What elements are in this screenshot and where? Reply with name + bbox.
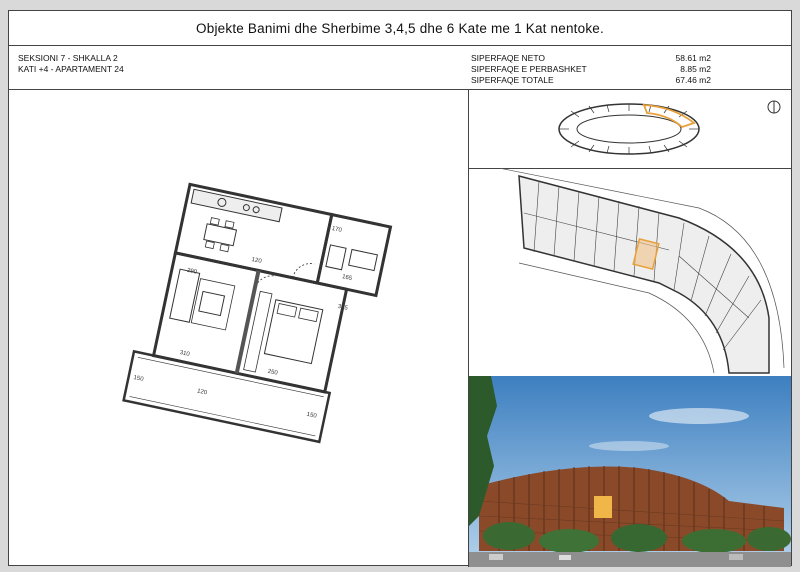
- dimension-label: 150: [306, 412, 318, 420]
- lit-window: [594, 496, 612, 518]
- area-row-common: SIPERFAQE E PERBASHKET 8.85 m2: [471, 64, 711, 75]
- dimension-label: 290: [186, 268, 198, 276]
- dining-table: [203, 223, 238, 247]
- dimension-label: 170: [331, 226, 343, 234]
- dimension-label: 120: [196, 388, 208, 396]
- unit-info: SEKSIONI 7 - SHKALLA 2 KATI +4 - APARTAM…: [18, 53, 124, 75]
- wardrobe: [243, 290, 273, 373]
- info-row: SEKSIONI 7 - SHKALLA 2 KATI +4 - APARTAM…: [9, 45, 791, 90]
- dimension-label: 250: [267, 369, 279, 377]
- area-value: 58.61 m2: [675, 53, 711, 63]
- toilet: [325, 244, 347, 271]
- coffee-table: [198, 290, 226, 317]
- building-plan-drawing: [498, 168, 785, 374]
- area-row-total: SIPERFAQE TOTALE 67.46 m2: [471, 75, 711, 86]
- area-label: SIPERFAQE NETO: [471, 53, 546, 63]
- section-label: SEKSIONI 7 - SHKALLA 2: [18, 53, 118, 63]
- area-row-net: SIPERFAQE NETO 58.61 m2: [471, 53, 711, 64]
- dimension-label: 120: [251, 257, 263, 265]
- washbasin: [348, 248, 378, 272]
- apartment-floor-plan: 120 315 290 310 250 120 150 150 165 170: [122, 182, 393, 444]
- area-value: 67.46 m2: [675, 75, 711, 85]
- bed: [263, 299, 324, 365]
- area-label: SIPERFAQE TOTALE: [471, 75, 554, 85]
- apartment-plan-panel: 120 315 290 310 250 120 150 150 165 170: [9, 89, 469, 567]
- key-plan: [469, 89, 791, 169]
- dimension-label: 165: [341, 274, 353, 282]
- dimension-label: 310: [179, 350, 191, 358]
- drawing-sheet: Objekte Banimi dhe Sherbime 3,4,5 dhe 6 …: [8, 10, 792, 567]
- right-column: [469, 89, 791, 567]
- sheet-title: Objekte Banimi dhe Sherbime 3,4,5 dhe 6 …: [9, 11, 791, 46]
- sofa: [169, 268, 201, 323]
- dimension-label: 150: [133, 375, 145, 383]
- dimension-label: 315: [337, 304, 349, 312]
- building-floor-plan: [469, 168, 791, 377]
- key-plan-drawing: [558, 100, 781, 155]
- project-title: Objekte Banimi dhe Sherbime 3,4,5 dhe 6 …: [196, 20, 604, 36]
- area-value: 8.85 m2: [680, 64, 711, 74]
- apartment-label: KATI +4 - APARTAMENT 24: [18, 64, 124, 74]
- building-render: [469, 376, 791, 567]
- area-table: SIPERFAQE NETO 58.61 m2 SIPERFAQE E PERB…: [471, 53, 711, 86]
- balcony: [122, 349, 332, 444]
- area-label: SIPERFAQE E PERBASHKET: [471, 64, 587, 74]
- render-image: [469, 376, 791, 567]
